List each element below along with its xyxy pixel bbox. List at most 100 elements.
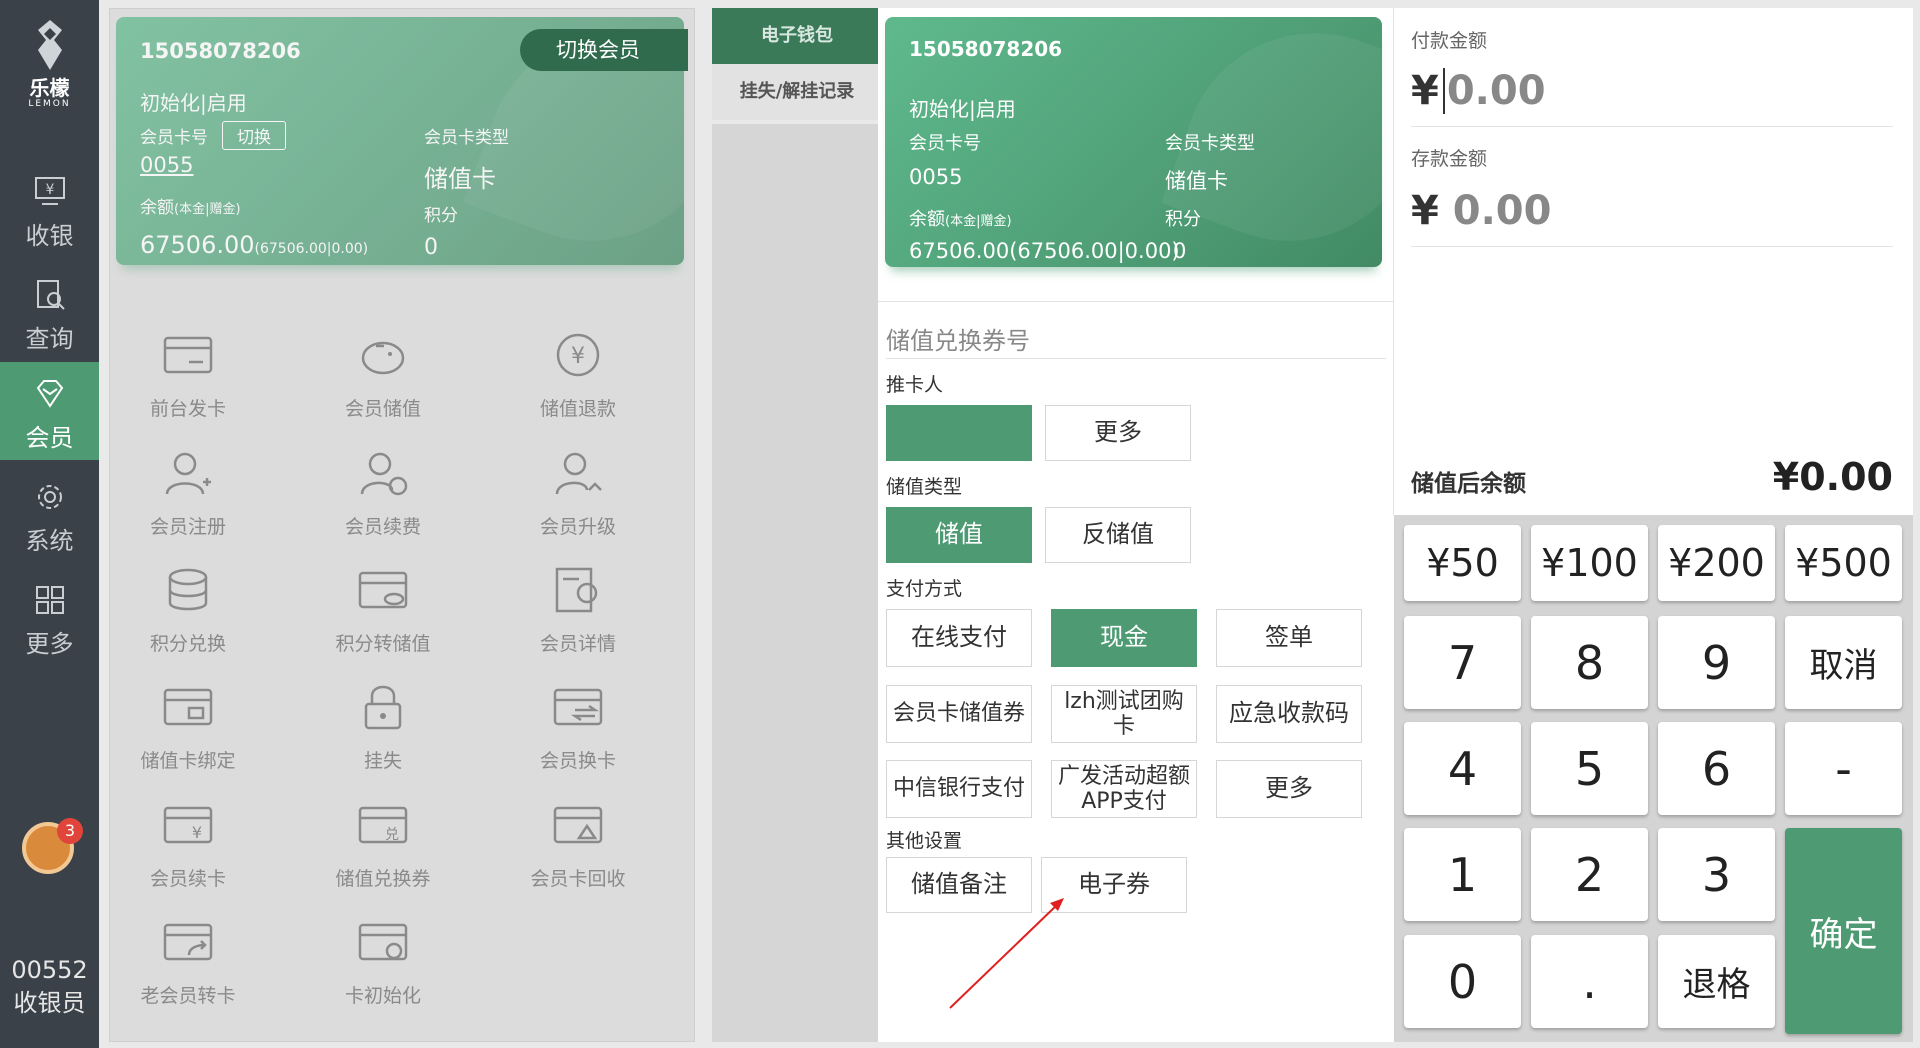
type-deposit-button[interactable]: 储值	[886, 507, 1032, 563]
quick-200-key[interactable]: ¥200	[1658, 525, 1775, 601]
tab-loss-records[interactable]: 挂失/解挂记录	[712, 64, 882, 120]
nav-member-label: 会员	[25, 424, 74, 452]
digit-5-key[interactable]: 5	[1531, 722, 1648, 815]
member-status: 初始化|启用	[140, 91, 247, 115]
function-user-renew[interactable]: 会员续费	[285, 444, 481, 544]
function-label: 会员详情	[539, 633, 616, 655]
minus-key[interactable]: -	[1785, 722, 1902, 815]
dialog-points: 0	[1173, 239, 1187, 263]
switch-card-button[interactable]: 切换	[222, 121, 286, 150]
voucher-input[interactable]: 储值兑换券号	[886, 321, 1030, 356]
pay-method-button[interactable]: lzh测试团购卡	[1051, 685, 1197, 743]
sidebar: 乐檬 LEMON ¥ 收银 查询 会员 系统 更多 3 00552 收银员	[0, 0, 99, 1048]
digit-7-key[interactable]: 7	[1404, 616, 1521, 709]
member-phone: 15058078206	[140, 39, 301, 63]
digit-6-key[interactable]: 6	[1658, 722, 1775, 815]
quick-500-key[interactable]: ¥500	[1785, 525, 1902, 601]
stored-remark-button[interactable]: 储值备注	[886, 857, 1032, 913]
grid-icon	[35, 586, 64, 614]
svg-text:¥: ¥	[45, 182, 54, 198]
function-lock[interactable]: 挂失	[285, 678, 481, 778]
function-card-swap[interactable]: 会员换卡	[480, 678, 676, 778]
card-no-value[interactable]: 0055	[140, 153, 193, 177]
pay-method-button[interactable]: 中信银行支付	[886, 760, 1032, 818]
cancel-key[interactable]: 取消	[1785, 616, 1902, 709]
pay-method-button[interactable]: 更多	[1216, 760, 1362, 818]
function-label: 会员卡回收	[530, 868, 626, 890]
user-add-icon	[165, 452, 211, 495]
function-card-renew[interactable]: ¥ 会员续卡	[90, 796, 286, 896]
card-bind-icon	[163, 688, 213, 726]
stored-type-label: 储值类型	[886, 476, 963, 498]
pay-method-button[interactable]: 会员卡储值券	[886, 685, 1032, 743]
backspace-key[interactable]: 退格	[1658, 935, 1775, 1028]
nav-more-label: 更多	[25, 630, 74, 658]
digit-4-key[interactable]: 4	[1404, 722, 1521, 815]
balance-value: 67506.00(67506.00|0.00)	[140, 231, 369, 259]
pay-method-button[interactable]: 广发活动超额APP支付	[1051, 760, 1197, 818]
function-card-issue[interactable]: 前台发卡	[90, 326, 286, 426]
function-label: 会员换卡	[539, 750, 616, 772]
function-refund[interactable]: ¥ 储值退款	[480, 326, 676, 426]
tab-e-wallet[interactable]: 电子钱包	[712, 8, 882, 64]
card-transfer-icon	[163, 923, 213, 961]
function-label: 会员升级	[539, 516, 616, 538]
nav-query[interactable]: 查询	[0, 263, 99, 361]
digit-2-key[interactable]: 2	[1531, 828, 1648, 921]
pay-method-button[interactable]: 在线支付	[886, 609, 1032, 667]
function-points-transfer[interactable]: 积分转储值	[285, 561, 481, 661]
nav-system[interactable]: 系统	[0, 465, 99, 563]
function-user-upgrade[interactable]: 会员升级	[480, 444, 676, 544]
referrer-label: 推卡人	[886, 374, 944, 396]
digit-9-key[interactable]: 9	[1658, 616, 1775, 709]
function-member-detail[interactable]: 会员详情	[480, 561, 676, 661]
card-type-label: 会员卡类型	[424, 128, 509, 148]
function-card-recycle[interactable]: 会员卡回收	[480, 796, 676, 896]
pay-amount-label: 付款金额	[1411, 30, 1488, 52]
quick-100-key[interactable]: ¥100	[1531, 525, 1648, 601]
points-label: 积分	[424, 206, 458, 226]
pay-amount-input[interactable]: ¥0.00	[1411, 68, 1546, 114]
pay-method-label: 支付方式	[886, 578, 963, 600]
notification-badge: 3	[57, 818, 83, 844]
user-id: 00552	[11, 956, 88, 984]
digit-0-key[interactable]: 0	[1404, 935, 1521, 1028]
confirm-key[interactable]: 确定	[1785, 828, 1902, 1034]
decimal-key[interactable]: .	[1531, 935, 1648, 1028]
quick-50-key[interactable]: ¥50	[1404, 525, 1521, 601]
function-label: 储值卡绑定	[140, 750, 236, 772]
function-user-add[interactable]: 会员注册	[90, 444, 286, 544]
function-label: 积分转储值	[335, 633, 431, 655]
nav-cashier[interactable]: ¥ 收银	[0, 160, 99, 258]
function-coins[interactable]: 积分兑换	[90, 561, 286, 661]
gear-icon	[37, 485, 62, 509]
digit-8-key[interactable]: 8	[1531, 616, 1648, 709]
deposit-amount-label: 存款金额	[1411, 148, 1488, 170]
digit-3-key[interactable]: 3	[1658, 828, 1775, 921]
function-piggy-bank[interactable]: 会员储值	[285, 326, 481, 426]
function-voucher[interactable]: 兑储值兑换券	[285, 796, 481, 896]
type-reverse-button[interactable]: 反储值	[1045, 507, 1191, 563]
card-recycle-icon	[553, 806, 603, 844]
brand-name-en: LEMON	[28, 99, 71, 109]
function-card-init[interactable]: 卡初始化	[285, 913, 481, 1013]
referrer-more-button[interactable]: 更多	[1045, 405, 1191, 461]
wallet-content	[712, 124, 882, 1042]
e-voucher-button[interactable]: 电子券	[1041, 857, 1187, 913]
function-label: 挂失	[363, 750, 402, 772]
switch-member-button[interactable]: 切换会员	[520, 29, 688, 71]
pay-method-button[interactable]: 应急收款码	[1216, 685, 1362, 743]
dialog-card-no-label: 会员卡号	[909, 133, 981, 154]
pay-method-button[interactable]: 签单	[1216, 609, 1362, 667]
function-label: 老会员转卡	[140, 985, 236, 1007]
digit-1-key[interactable]: 1	[1404, 828, 1521, 921]
nav-cashier-label: 收银	[25, 222, 74, 250]
pay-method-button[interactable]: 现金	[1051, 609, 1197, 667]
referrer-select[interactable]	[886, 405, 1032, 461]
nav-more[interactable]: 更多	[0, 568, 99, 666]
function-label: 前台发卡	[149, 398, 226, 420]
function-card-transfer[interactable]: 老会员转卡	[90, 913, 286, 1013]
nav-member[interactable]: 会员	[0, 362, 99, 460]
function-card-bind[interactable]: 储值卡绑定	[90, 678, 286, 778]
card-issue-icon	[163, 336, 213, 374]
